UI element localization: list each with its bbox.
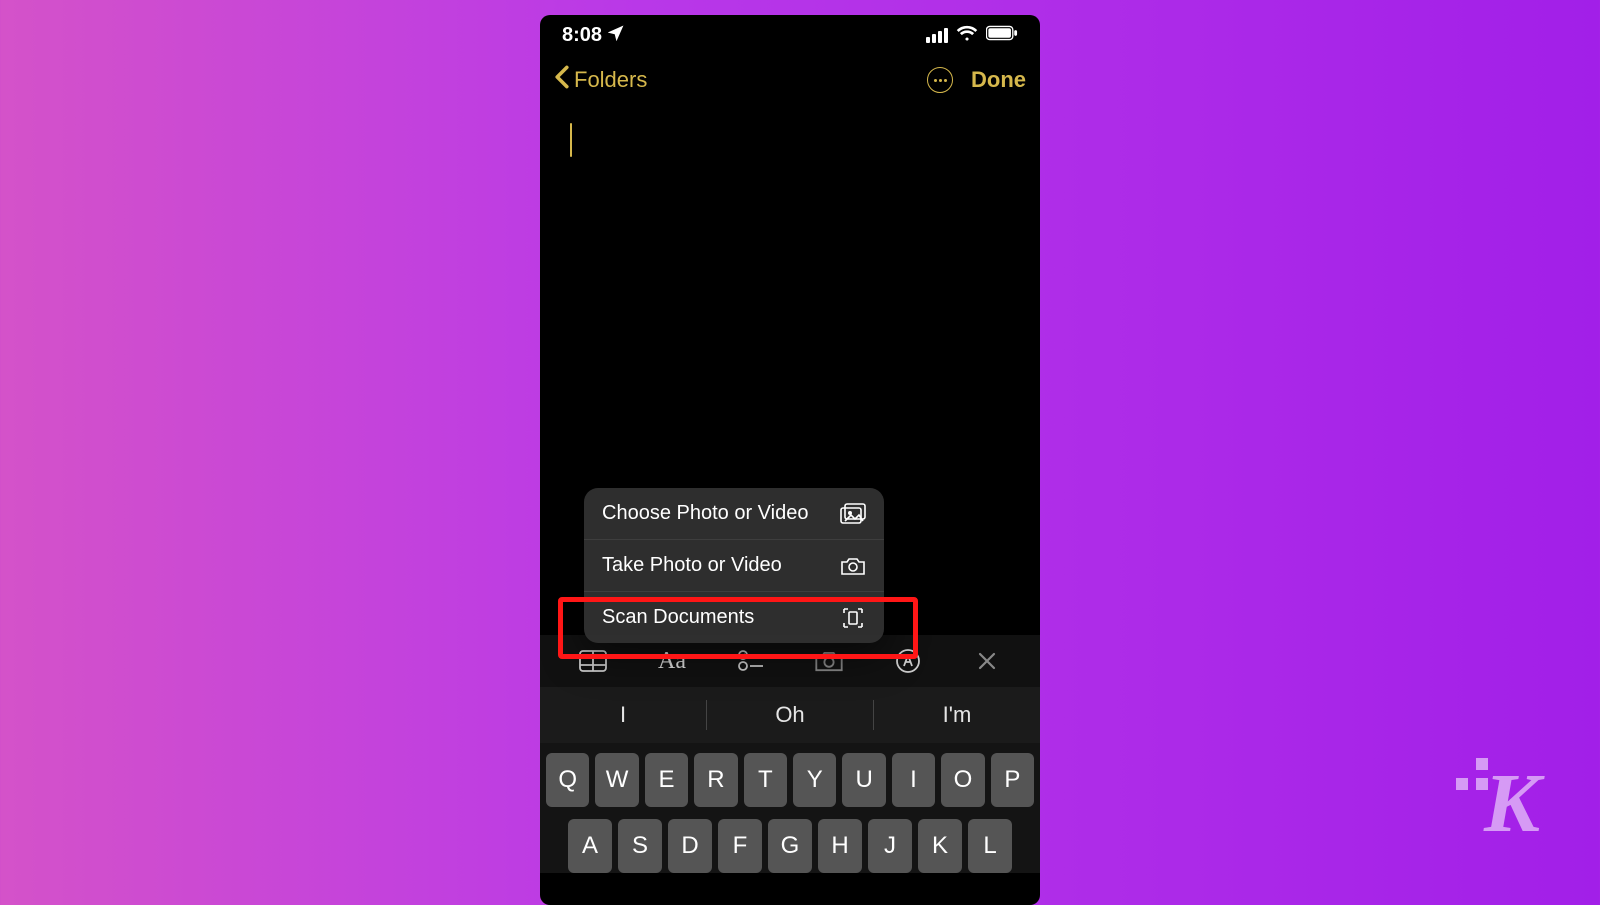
- keyboard-row-2: A S D F G H J K L: [546, 819, 1034, 873]
- key-w[interactable]: W: [595, 753, 638, 807]
- key-k[interactable]: K: [918, 819, 962, 873]
- more-options-button[interactable]: [927, 67, 953, 93]
- key-d[interactable]: D: [668, 819, 712, 873]
- keyboard: Q W E R T Y U I O P A S D F G H J K L: [540, 743, 1040, 873]
- checklist-button[interactable]: [731, 649, 771, 673]
- attach-menu: Choose Photo or Video Take Photo or Vide…: [584, 488, 884, 643]
- note-editor[interactable]: Choose Photo or Video Take Photo or Vide…: [540, 105, 1040, 635]
- markup-button[interactable]: [888, 648, 928, 674]
- watermark-logo: K: [1484, 762, 1540, 846]
- menu-item-label: Choose Photo or Video: [602, 502, 808, 525]
- key-y[interactable]: Y: [793, 753, 836, 807]
- menu-take-photo[interactable]: Take Photo or Video: [584, 539, 884, 591]
- menu-scan-documents[interactable]: Scan Documents: [584, 591, 884, 643]
- key-u[interactable]: U: [842, 753, 885, 807]
- text-cursor: [570, 123, 572, 157]
- key-p[interactable]: P: [991, 753, 1034, 807]
- key-h[interactable]: H: [818, 819, 862, 873]
- key-e[interactable]: E: [645, 753, 688, 807]
- text-format-button[interactable]: Aa: [652, 648, 692, 675]
- wifi-icon: [956, 24, 978, 47]
- key-q[interactable]: Q: [546, 753, 589, 807]
- status-bar: 8:08: [540, 15, 1040, 55]
- photo-library-icon: [840, 503, 866, 525]
- battery-icon: [986, 24, 1018, 47]
- predictive-text-bar: I Oh I'm: [540, 687, 1040, 743]
- key-t[interactable]: T: [744, 753, 787, 807]
- key-r[interactable]: R: [694, 753, 737, 807]
- cellular-signal-icon: [926, 28, 948, 43]
- key-j[interactable]: J: [868, 819, 912, 873]
- status-time: 8:08: [562, 24, 602, 47]
- phone-frame: 8:08 Folders: [540, 15, 1040, 905]
- key-a[interactable]: A: [568, 819, 612, 873]
- menu-item-label: Scan Documents: [602, 606, 754, 629]
- suggestion-0[interactable]: I: [540, 702, 706, 728]
- table-button[interactable]: [573, 650, 613, 672]
- done-button[interactable]: Done: [971, 67, 1026, 93]
- close-toolbar-button[interactable]: [967, 651, 1007, 671]
- key-l[interactable]: L: [968, 819, 1012, 873]
- watermark-letter: K: [1484, 762, 1540, 846]
- key-i[interactable]: I: [892, 753, 935, 807]
- suggestion-2[interactable]: I'm: [874, 702, 1040, 728]
- camera-button[interactable]: [809, 649, 849, 673]
- document-scan-icon: [840, 607, 866, 629]
- key-s[interactable]: S: [618, 819, 662, 873]
- key-g[interactable]: G: [768, 819, 812, 873]
- key-o[interactable]: O: [941, 753, 984, 807]
- menu-item-label: Take Photo or Video: [602, 554, 782, 577]
- keyboard-row-1: Q W E R T Y U I O P: [546, 753, 1034, 807]
- back-button[interactable]: Folders: [554, 65, 647, 95]
- chevron-left-icon: [554, 65, 570, 95]
- location-arrow-icon: [608, 24, 624, 47]
- nav-bar: Folders Done: [540, 55, 1040, 105]
- menu-choose-photo[interactable]: Choose Photo or Video: [584, 488, 884, 539]
- suggestion-1[interactable]: Oh: [707, 702, 873, 728]
- key-f[interactable]: F: [718, 819, 762, 873]
- back-label: Folders: [574, 67, 647, 93]
- camera-icon: [840, 555, 866, 577]
- watermark-dots-icon: [1456, 758, 1488, 790]
